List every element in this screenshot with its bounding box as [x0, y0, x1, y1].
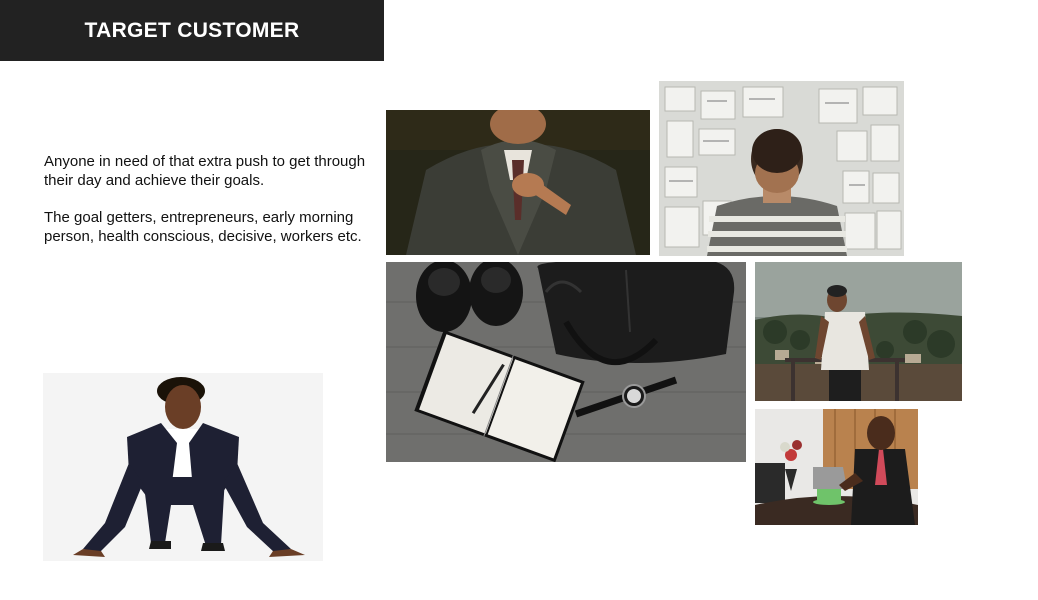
desk-flatlay-photo — [386, 262, 746, 462]
paragraph-description: Anyone in need of that extra push to get… — [44, 153, 366, 189]
idea-wall-photo — [659, 81, 904, 256]
businessman-tie-photo — [386, 110, 650, 255]
paragraph-audience: The goal getters, entrepreneurs, early m… — [44, 209, 362, 245]
slide-title: TARGET CUSTOMER — [84, 18, 300, 42]
body-text: Anyone in need of that extra push to get… — [44, 152, 384, 264]
runner-photo — [43, 373, 323, 561]
office-laptop-photo — [755, 409, 918, 525]
fitness-photo — [755, 262, 962, 401]
title-bar: TARGET CUSTOMER — [0, 0, 384, 61]
